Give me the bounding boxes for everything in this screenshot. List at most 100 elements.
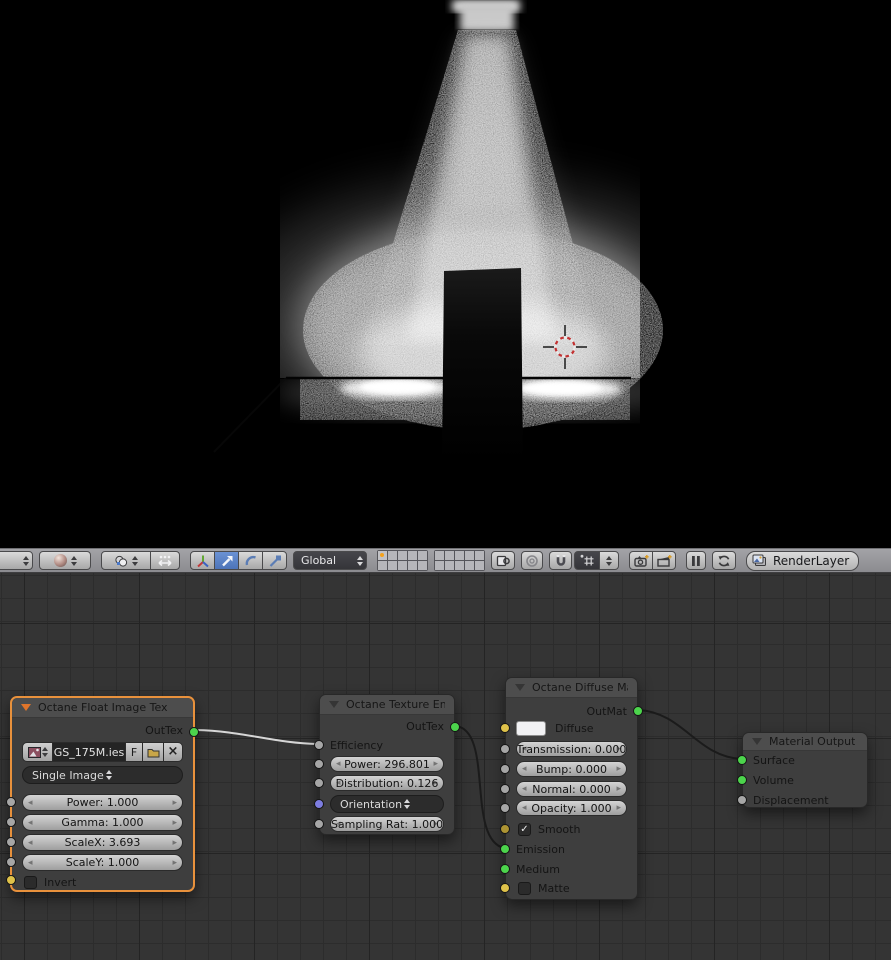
- open-image-button[interactable]: [142, 742, 164, 762]
- layers-grid-primary[interactable]: [377, 550, 428, 571]
- rotate-manipulator-button[interactable]: [238, 551, 263, 570]
- scalex-slider[interactable]: ScaleX: 3.693: [22, 834, 183, 851]
- power-slider[interactable]: Power: 1.000: [22, 794, 183, 811]
- pivot-point-dropdown[interactable]: [101, 551, 151, 570]
- box-silhouette: [442, 268, 523, 462]
- socket-opacity-in[interactable]: [500, 803, 510, 813]
- socket-volume-in[interactable]: [737, 775, 747, 785]
- magnet-icon: [556, 554, 565, 566]
- socket-normal-in[interactable]: [500, 784, 510, 794]
- transmission-slider[interactable]: Transmission: 0.000: [516, 741, 627, 757]
- surface-label: Surface: [753, 753, 795, 767]
- render-layer-selector[interactable]: RenderLayer: [746, 550, 860, 571]
- socket-invert-in[interactable]: [6, 875, 16, 885]
- node-octane-float-image-tex[interactable]: Octane Float Image Tex OutTex GS_175M.ie…: [6, 696, 199, 892]
- scale-manipulator-button[interactable]: [262, 551, 287, 570]
- node-header[interactable]: Material Output: [743, 733, 867, 751]
- updown-arrows-icon: [357, 555, 363, 566]
- orientation-dropdown[interactable]: Global: [293, 551, 367, 570]
- socket-outtex[interactable]: [189, 727, 199, 737]
- snap-element-button[interactable]: [574, 551, 600, 570]
- node-header[interactable]: Octane Float Image Tex: [12, 698, 193, 718]
- distribution-slider[interactable]: Distribution: 0.126: [330, 775, 444, 791]
- socket-efficiency-in[interactable]: [314, 740, 324, 750]
- fake-user-button[interactable]: F: [125, 742, 143, 762]
- socket-medium-in[interactable]: [500, 864, 510, 874]
- render-layer-stack-icon: [752, 554, 766, 566]
- power-slider[interactable]: Power: 296.801: [330, 756, 444, 772]
- node-octane-texture-emission[interactable]: Octane Texture Emissi OutTex Efficiency …: [314, 694, 460, 835]
- socket-displacement-in[interactable]: [737, 795, 747, 805]
- socket-gamma-in[interactable]: [6, 817, 16, 827]
- manipulator-toggle-button[interactable]: [150, 551, 180, 570]
- invert-checkbox[interactable]: [24, 875, 37, 889]
- socket-outmat[interactable]: [633, 706, 643, 716]
- bump-slider[interactable]: Bump: 0.000: [516, 761, 627, 777]
- proportional-edit-button[interactable]: [521, 551, 543, 570]
- orientation-dropdown-node[interactable]: Orientation: [330, 795, 444, 813]
- socket-power-in[interactable]: [6, 797, 16, 807]
- scene-lock-button[interactable]: [491, 551, 515, 570]
- updown-arrows-icon: [606, 555, 612, 566]
- node-header[interactable]: Octane Diffuse Mat: [506, 678, 637, 698]
- socket-sampling-in[interactable]: [314, 819, 324, 829]
- socket-diffuse-in[interactable]: [500, 723, 510, 733]
- editor-type-dropdown-partial[interactable]: [0, 551, 33, 570]
- translate-arrow-icon: [221, 555, 232, 566]
- socket-distribution-in[interactable]: [314, 778, 324, 788]
- sampling-rate-slider[interactable]: Sampling Rat: 1.000: [330, 816, 444, 832]
- socket-power-in[interactable]: [314, 759, 324, 769]
- opengl-render-anim-button[interactable]: [652, 551, 676, 570]
- refresh-button[interactable]: [712, 551, 736, 570]
- opengl-render-image-button[interactable]: [629, 551, 653, 570]
- node-material-output[interactable]: Material Output Surface Volume Displacem…: [737, 732, 868, 808]
- collapse-triangle-icon[interactable]: [329, 701, 339, 708]
- socket-transmission-in[interactable]: [500, 744, 510, 754]
- close-x-icon: ×: [167, 744, 179, 759]
- rotate-arc-icon: [245, 555, 256, 565]
- node-editor[interactable]: Octane Float Image Tex OutTex GS_175M.ie…: [0, 573, 891, 960]
- image-name-field[interactable]: GS_175M.ies: [52, 742, 126, 762]
- scaley-slider[interactable]: ScaleY: 1.000: [22, 854, 183, 871]
- collapse-triangle-icon[interactable]: [515, 684, 525, 691]
- render-layer-label: RenderLayer: [773, 553, 850, 568]
- camera-icon: [633, 554, 649, 567]
- collapse-triangle-icon[interactable]: [752, 738, 762, 745]
- image-browse-button[interactable]: [22, 742, 53, 762]
- normal-slider[interactable]: Normal: 0.000: [516, 781, 627, 797]
- render-viewport[interactable]: [0, 0, 891, 548]
- snap-element-dropdown[interactable]: [599, 551, 619, 570]
- viewport-shading-dropdown[interactable]: [39, 551, 91, 570]
- pause-button[interactable]: [686, 551, 706, 570]
- node-header[interactable]: Octane Texture Emissi: [320, 695, 454, 715]
- blender-window: Global RenderLayer Octane Float Image Te…: [0, 0, 891, 960]
- translate-manipulator-button[interactable]: [214, 551, 239, 570]
- socket-scaley-in[interactable]: [6, 857, 16, 867]
- opacity-slider[interactable]: Opacity: 1.000: [516, 800, 627, 816]
- layers-grid-secondary[interactable]: [434, 550, 485, 571]
- snap-magnet-button[interactable]: [549, 551, 572, 570]
- socket-surface-in[interactable]: [737, 755, 747, 765]
- collapse-triangle-icon[interactable]: [21, 704, 31, 711]
- socket-smooth-in[interactable]: [500, 824, 510, 834]
- image-datablock-row: GS_175M.ies F ×: [22, 742, 183, 762]
- unlink-image-button[interactable]: ×: [163, 742, 183, 762]
- updown-arrows-icon: [23, 555, 29, 566]
- updown-arrows-icon: [70, 555, 77, 566]
- matte-checkbox[interactable]: [518, 881, 531, 895]
- diffuse-label: Diffuse: [555, 721, 594, 735]
- layer-cell-active[interactable]: [378, 551, 387, 560]
- axis-manipulator-button[interactable]: [190, 551, 215, 570]
- node-octane-diffuse-mat[interactable]: Octane Diffuse Mat OutMat Diffuse Transm…: [500, 677, 643, 900]
- socket-emission-in[interactable]: [500, 844, 510, 854]
- diffuse-color-swatch[interactable]: [516, 720, 546, 736]
- socket-outtex[interactable]: [450, 722, 460, 732]
- socket-scalex-in[interactable]: [6, 837, 16, 847]
- socket-matte-in[interactable]: [500, 883, 510, 893]
- gamma-slider[interactable]: Gamma: 1.000: [22, 814, 183, 831]
- smooth-checkbox[interactable]: ✓: [518, 822, 531, 836]
- socket-orientation-in[interactable]: [314, 799, 324, 809]
- axis-icon: [196, 555, 209, 567]
- image-source-dropdown[interactable]: Single Image: [22, 766, 183, 784]
- socket-bump-in[interactable]: [500, 764, 510, 774]
